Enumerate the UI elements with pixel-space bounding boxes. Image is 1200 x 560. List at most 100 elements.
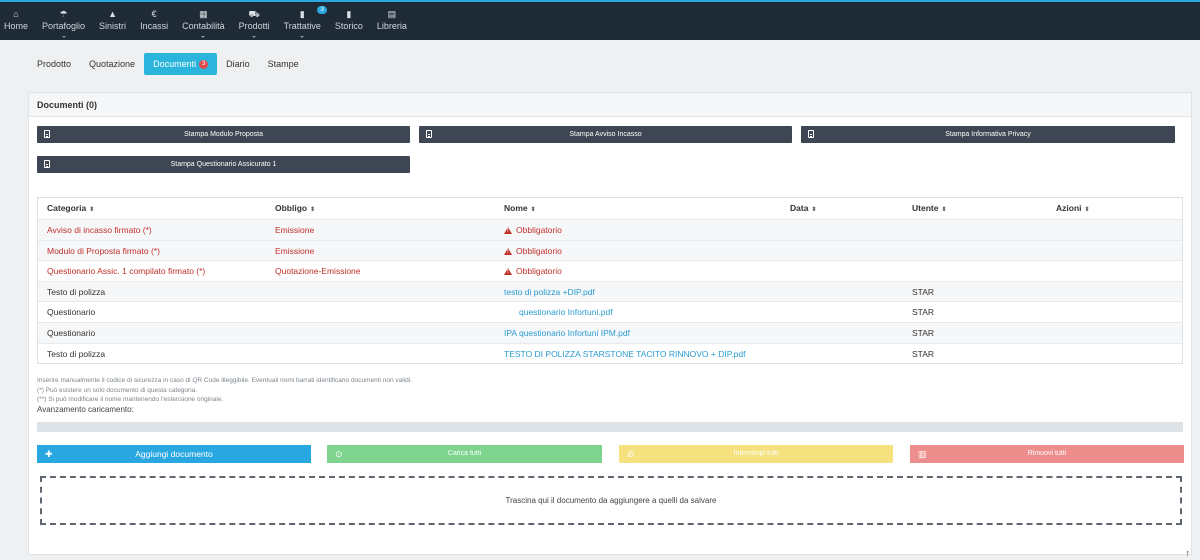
nav-item-label: Home [4, 21, 29, 31]
nav-item-prodotti[interactable]: ⛟ Prodotti [239, 2, 270, 40]
print-informativa-privacy-label: Stampa Informativa Privacy [945, 131, 1031, 138]
stop-all-button[interactable]: ⊘ Interrompi tutti [619, 445, 893, 463]
column-header-data[interactable]: Data ⬍ [790, 198, 816, 220]
tab-stampe[interactable]: Stampe [259, 53, 308, 75]
column-header-utente[interactable]: Utente ⬍ [912, 198, 946, 220]
cell-categoria: Testo di polizza [47, 286, 106, 297]
cell-categoria: Avviso di incasso firmato (*) [47, 225, 152, 235]
upload-icon: ⊙ [335, 449, 343, 459]
file-icon [426, 130, 432, 138]
nav-item-label: Trattative [283, 21, 321, 31]
sort-icon: ⬍ [530, 207, 536, 213]
documents-panel: Documenti (0) Stampa Modulo Proposta Sta… [28, 92, 1192, 555]
nav-item-portafoglio[interactable]: ☂ Portafoglio [42, 2, 85, 40]
tab-documenti[interactable]: Documenti 3 [144, 53, 218, 75]
nav-item-libreria[interactable]: ▤ Libreria [377, 2, 407, 40]
tab-prodotto[interactable]: Prodotto [28, 53, 80, 75]
ban-icon: ⊘ [627, 449, 635, 459]
cart-icon: ⛟ [248, 9, 260, 19]
chevron-down-icon [300, 36, 305, 38]
tab-documenti-label: Documenti [153, 59, 197, 69]
column-header-data-label: Data [790, 203, 809, 213]
print-avviso-incasso-label: Stampa Avviso Incasso [569, 131, 642, 138]
warning-icon [504, 268, 512, 276]
chevron-down-icon [201, 36, 206, 38]
table-row: Questionario IPA questionario Infortuni … [38, 321, 1182, 343]
nav-item-sinistri[interactable]: ▲ Sinistri [99, 2, 126, 40]
required-label: Obbligatorio [516, 266, 562, 277]
sort-icon: ⬍ [811, 207, 817, 213]
document-link[interactable]: TESTO DI POLIZZA STARSTONE TACITO RINNOV… [504, 344, 745, 364]
load-all-label: Carica tutti [447, 450, 482, 457]
chevron-down-icon [61, 36, 66, 38]
cell-nome: Obbligatorio [504, 261, 562, 281]
column-header-obbligo[interactable]: Obbligo ⬍ [275, 198, 315, 220]
table-row: Avviso di incasso firmato (*) Emissione … [38, 219, 1182, 240]
cell-obbligo: Emissione [275, 245, 315, 256]
cell-utente: STAR [912, 286, 935, 297]
column-header-azioni[interactable]: Azioni ⬍ [1056, 198, 1090, 220]
print-modulo-proposta-button[interactable]: Stampa Modulo Proposta [37, 126, 410, 143]
remove-all-label: Rimuovi tutti [1027, 450, 1067, 457]
book-icon: ▤ [387, 9, 397, 19]
required-label: Obbligatorio [516, 225, 562, 235]
load-all-button[interactable]: ⊙ Carica tutti [327, 445, 602, 463]
home-icon: ⌂ [13, 9, 19, 19]
chevron-down-icon [252, 36, 257, 38]
column-header-nome[interactable]: Nome ⬍ [504, 198, 536, 220]
nav-item-label: Portafoglio [42, 21, 86, 31]
table-row: Questionario Assic. 1 compilato firmato … [38, 260, 1182, 281]
tab-quotazione[interactable]: Quotazione [80, 53, 144, 75]
add-document-button[interactable]: ✚ Aggiungi documento [37, 445, 311, 463]
drop-zone-text: Trascina qui il documento da aggiungere … [505, 496, 717, 505]
table-row: Questionario questionario Infortuni.pdf … [38, 301, 1182, 322]
tab-diario[interactable]: Diario [217, 53, 259, 75]
document-link[interactable]: IPA questionario Infortuni IPM.pdf [504, 323, 630, 343]
print-informativa-privacy-button[interactable]: Stampa Informativa Privacy [801, 126, 1175, 143]
document-link[interactable]: testo di polizza +DIP.pdf [504, 282, 595, 302]
calculator-icon: ▦ [199, 9, 208, 19]
scroll-to-top-icon[interactable]: ↑ [1186, 548, 1191, 558]
note-line: Inserire manualmente il codice di sicure… [37, 377, 413, 384]
cell-categoria: Questionario [47, 327, 96, 338]
warning-icon [504, 227, 512, 234]
note-line: (*) Può esistere un solo documento di qu… [37, 386, 198, 394]
nav-item-home[interactable]: ⌂ Home [4, 2, 28, 40]
cell-categoria: Testo di polizza [47, 348, 106, 359]
nav-item-storico[interactable]: ▮ Storico [335, 2, 363, 40]
nav-item-trattative[interactable]: ▮ Trattative 3 [283, 2, 327, 40]
nav-item-contabilit[interactable]: ▦ Contabilità [182, 2, 225, 40]
table-row: Testo di polizza TESTO DI POLIZZA STARST… [38, 342, 1182, 364]
nav-item-incassi[interactable]: € Incassi [140, 2, 168, 40]
file-icon [44, 130, 50, 138]
cell-nome: Obbligatorio [504, 220, 562, 240]
table-row: Modulo di Proposta firmato (*) Emissione… [38, 239, 1182, 261]
upload-progress-bar [37, 422, 1183, 432]
print-avviso-incasso-button[interactable]: Stampa Avviso Incasso [419, 126, 792, 143]
euro-icon: € [151, 9, 157, 19]
nav-item-label: Prodotti [238, 21, 270, 31]
cell-utente: STAR [912, 348, 935, 359]
tab-documenti-badge: 3 [199, 59, 209, 69]
history-chart-icon: ▮ [346, 9, 352, 19]
document-link[interactable]: questionario Infortuni.pdf [519, 302, 613, 322]
cell-obbligo: Emissione [275, 225, 315, 235]
remove-all-button[interactable]: ▥ Rimuovi tutti [910, 445, 1184, 463]
print-questionario-button[interactable]: Stampa Questionario Assicurato 1 [37, 156, 410, 173]
column-header-obbligo-label: Obbligo [275, 203, 308, 213]
print-questionario-label: Stampa Questionario Assicurato 1 [170, 161, 277, 168]
nav-item-label: Storico [334, 21, 363, 31]
table-header-row: Categoria ⬍ Obbligo ⬍ Nome ⬍ Data ⬍ Utente ⬍ … [38, 198, 1182, 219]
cell-obbligo: Quotazione-Emissione [275, 266, 361, 277]
top-navigation-bar: ⌂ Home ☂ Portafoglio ▲ Sinistri € Incassi ▦ Conta… [0, 0, 1200, 40]
required-label: Obbligatorio [516, 245, 562, 256]
tab-bar: Prodotto Quotazione Documenti 3 Diario S… [28, 53, 308, 75]
file-drop-zone[interactable]: Trascina qui il documento da aggiungere … [40, 476, 1182, 525]
trash-icon: ▥ [918, 449, 927, 459]
add-document-label: Aggiungi documento [135, 449, 213, 459]
column-header-categoria[interactable]: Categoria ⬍ [47, 198, 94, 220]
upload-progress-label: Avanzamento caricamento: [37, 405, 134, 414]
cell-utente: STAR [912, 327, 935, 338]
column-header-nome-label: Nome [504, 203, 528, 213]
stop-all-label: Interrompi tutti [733, 450, 779, 457]
